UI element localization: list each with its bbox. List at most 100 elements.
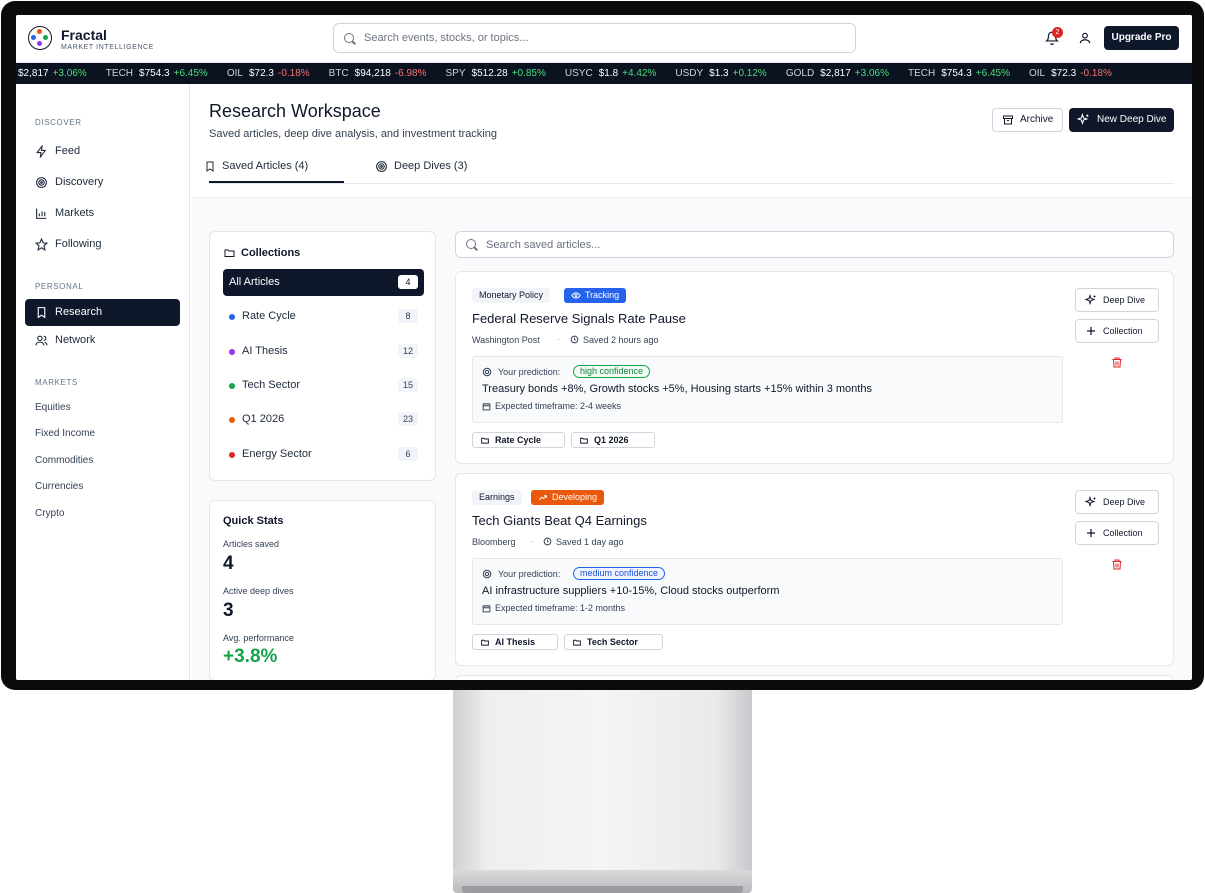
archive-button-label: Archive (1020, 114, 1054, 125)
status-label: Tracking (585, 290, 620, 300)
clock-icon (570, 335, 579, 344)
status-label: Developing (552, 492, 598, 502)
search-icon (466, 239, 476, 249)
sidebar-item-network[interactable]: Network (25, 327, 180, 354)
collection-item[interactable]: Energy Sector 6 (223, 441, 424, 468)
ticker-change: +3.06% (52, 68, 87, 79)
global-search[interactable] (333, 23, 856, 53)
sidebar-market-currencies[interactable]: Currencies (35, 481, 83, 492)
collection-item[interactable]: Rate Cycle 8 (223, 303, 424, 330)
collection-count: 15 (398, 377, 418, 392)
star-icon (35, 238, 48, 251)
ticker-item[interactable]: BTC $94,218 -6.98% (329, 63, 427, 84)
collection-chip[interactable]: Tech Sector (564, 634, 663, 650)
collections-title: Collections (241, 247, 301, 259)
folder-icon (481, 437, 489, 444)
collection-color-dot (229, 417, 235, 424)
add-collection-button[interactable]: Collection (1075, 319, 1159, 343)
article-card[interactable] (455, 675, 1174, 680)
collection-count: 23 (398, 412, 418, 427)
sidebar-market-fixed-income[interactable]: Fixed Income (35, 428, 95, 439)
sidebar-market-equities[interactable]: Equities (35, 402, 71, 413)
ticker-item[interactable]: $2,817 +3.06% (18, 63, 87, 84)
sidebar-market-crypto[interactable]: Crypto (35, 508, 64, 519)
collection-chip[interactable]: Rate Cycle (472, 432, 565, 448)
ticker-item[interactable]: OIL $72.3 -0.18% (227, 63, 310, 84)
ticker-item[interactable]: OIL $72.3 -0.18% (1029, 63, 1112, 84)
sidebar-item-markets[interactable]: Markets (25, 200, 180, 227)
prediction-label: Your prediction: (498, 367, 561, 377)
article-card[interactable]: Earnings Developing Tech Giants Beat Q4 … (455, 473, 1174, 666)
upgrade-pro-button[interactable]: Upgrade Pro (1104, 26, 1179, 50)
notification-count-badge: 2 (1052, 27, 1063, 38)
saved-articles-search[interactable] (455, 231, 1174, 258)
prediction-text: Treasury bonds +8%, Growth stocks +5%, H… (482, 383, 872, 395)
deep-dive-button[interactable]: Deep Dive (1075, 288, 1159, 312)
ticker-change: -6.98% (394, 68, 427, 79)
tab-saved-articles[interactable]: Saved Articles (4) (206, 160, 308, 172)
collection-chip[interactable]: Q1 2026 (571, 432, 655, 448)
sidebar-market-commodities[interactable]: Commodities (35, 455, 93, 466)
ticker-price: $1.3 (709, 68, 729, 79)
user-icon[interactable] (1078, 31, 1092, 45)
ticker-item[interactable]: TECH $754.3 +6.45% (908, 63, 1010, 84)
ticker-item[interactable]: USYC $1.8 +4.42% (565, 63, 656, 84)
ticker-symbol: SPY (445, 68, 466, 79)
article-source: Bloomberg (472, 537, 516, 547)
trending-up-icon (538, 495, 547, 501)
collection-item[interactable]: AI Thesis 12 (223, 338, 424, 365)
fractal-logo-icon[interactable] (28, 26, 52, 50)
ticker-item[interactable]: GOLD $2,817 +3.06% (786, 63, 889, 84)
quick-stats-title: Quick Stats (223, 515, 284, 527)
saved-articles-search-input[interactable] (486, 232, 1146, 257)
sidebar-item-feed[interactable]: Feed (25, 138, 180, 165)
sidebar-item-research[interactable]: Research (25, 299, 180, 326)
archive-button[interactable]: Archive (992, 108, 1063, 132)
sidebar-item-following[interactable]: Following (25, 231, 180, 258)
category-tag: Monetary Policy (472, 288, 551, 303)
trash-icon[interactable] (1111, 558, 1123, 571)
brand-tagline: MARKET INTELLIGENCE (61, 44, 154, 51)
sidebar-item-label: Feed (55, 145, 81, 157)
ticker-item[interactable]: SPY $512.28 +0.85% (446, 63, 546, 84)
collection-label: Collection (1103, 528, 1143, 538)
deep-dive-label: Deep Dive (1103, 295, 1146, 305)
ticker-price: $2,817 (18, 68, 49, 79)
collection-item[interactable]: All Articles 4 (223, 269, 424, 296)
collection-item[interactable]: Tech Sector 15 (223, 372, 424, 399)
collection-color-dot (229, 314, 235, 321)
collection-color-dot (229, 348, 235, 355)
collection-chip[interactable]: AI Thesis (472, 634, 558, 650)
ticker-item[interactable]: USDY $1.3 +0.12% (675, 63, 766, 84)
article-card[interactable]: Monetary Policy Tracking Federal Reserve… (455, 271, 1174, 464)
article-title[interactable]: Tech Giants Beat Q4 Earnings (472, 513, 647, 528)
tab-deep-dives[interactable]: Deep Dives (3) (376, 160, 467, 172)
collection-count: 12 (398, 343, 418, 358)
ticker-item[interactable]: TECH $754.3 +6.45% (106, 63, 208, 84)
ticker-symbol: OIL (1029, 68, 1046, 79)
brand-name: Fractal (61, 27, 107, 43)
ticker-change: +4.42% (622, 68, 657, 79)
deep-dive-button[interactable]: Deep Dive (1075, 490, 1159, 514)
ticker-symbol: USDY (675, 68, 704, 79)
new-deep-dive-button[interactable]: New Deep Dive (1069, 108, 1174, 132)
plus-icon (1087, 327, 1095, 335)
global-search-input[interactable] (364, 24, 844, 52)
collection-label: Energy Sector (242, 447, 312, 460)
prediction-timeframe: Expected timeframe: 1-2 months (495, 603, 626, 613)
confidence-badge: medium confidence (573, 567, 666, 580)
zap-icon (36, 145, 47, 158)
article-title[interactable]: Federal Reserve Signals Rate Pause (472, 311, 686, 326)
sidebar-item-discovery[interactable]: Discovery (25, 169, 180, 196)
collection-item[interactable]: Q1 2026 23 (223, 406, 424, 433)
ticker-change: +6.45% (975, 68, 1010, 79)
tabs-divider (209, 183, 1174, 184)
trash-icon[interactable] (1111, 356, 1123, 369)
add-collection-button[interactable]: Collection (1075, 521, 1159, 545)
collection-label: Rate Cycle (242, 310, 296, 323)
calendar-icon (482, 403, 491, 411)
prediction-timeframe: Expected timeframe: 2-4 weeks (495, 401, 622, 411)
target-icon (36, 177, 47, 188)
separator-dot: · (557, 334, 560, 344)
deep-dives-value: 3 (223, 600, 234, 621)
